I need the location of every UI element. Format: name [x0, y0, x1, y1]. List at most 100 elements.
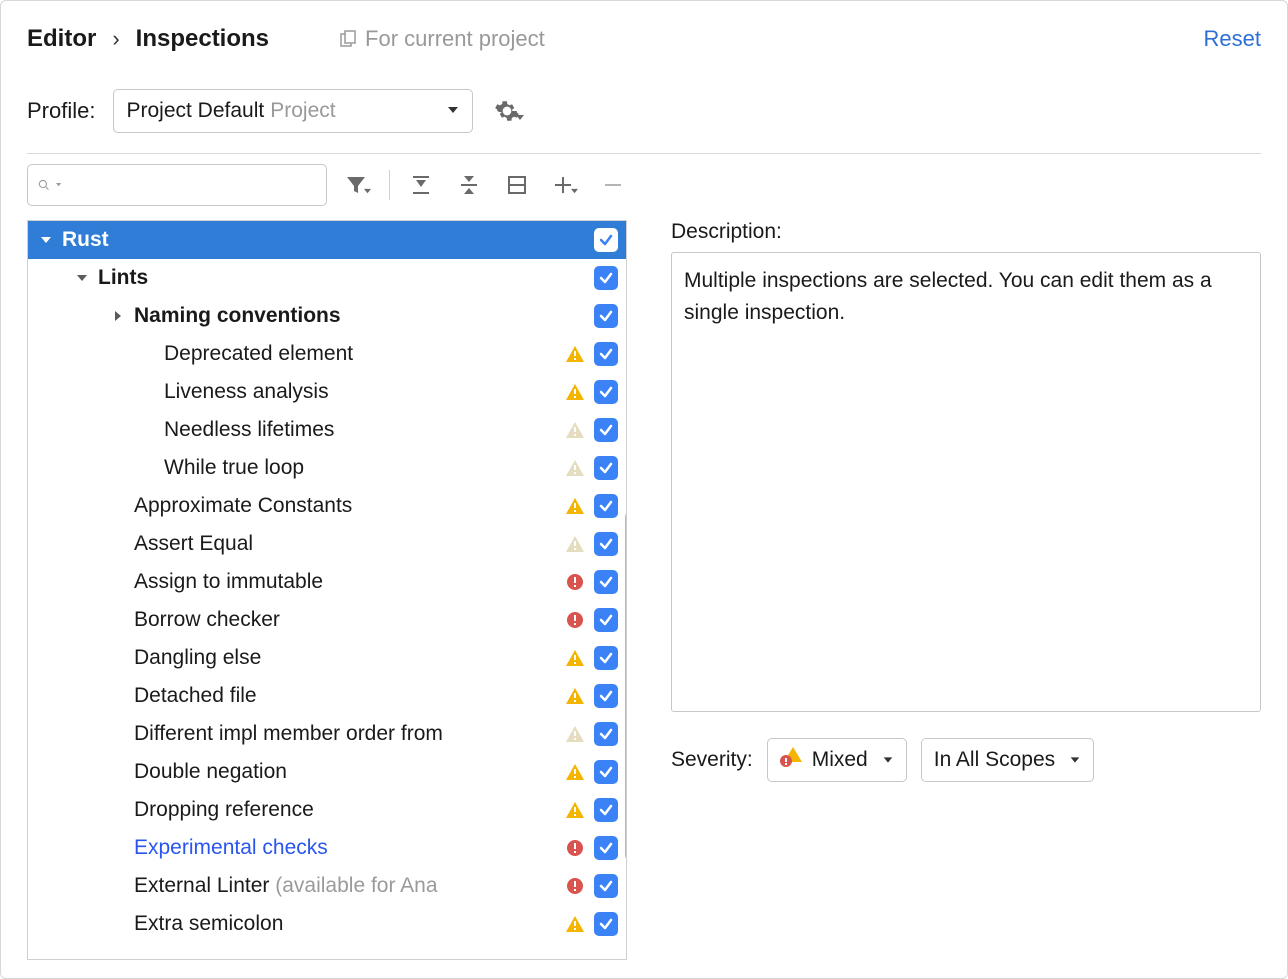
chevron-down-icon: [364, 188, 371, 195]
chevron-down-icon: [1069, 748, 1081, 772]
scope-value: In All Scopes: [934, 748, 1055, 772]
tree-row[interactable]: Extra semicolon: [28, 905, 626, 943]
chevron-down-icon[interactable]: [72, 271, 92, 285]
tree-row[interactable]: Experimental checks: [28, 829, 626, 867]
tree-row-naming[interactable]: Naming conventions: [28, 297, 626, 335]
tree-row[interactable]: Dangling else: [28, 639, 626, 677]
checkbox[interactable]: [594, 760, 618, 784]
severity-warn-icon: [564, 381, 586, 403]
profile-settings-button[interactable]: [491, 93, 527, 129]
tree-label: Approximate Constants: [134, 487, 352, 524]
filter-button[interactable]: [341, 168, 375, 202]
severity-error-icon: [564, 837, 586, 859]
add-button[interactable]: [548, 168, 582, 202]
breadcrumb-current: Inspections: [136, 25, 269, 53]
breadcrumb-root[interactable]: Editor: [27, 25, 96, 53]
tree-label: Rust: [62, 221, 109, 258]
severity-icon-placeholder: [564, 305, 586, 327]
checkbox[interactable]: [594, 494, 618, 518]
tree-row-lints[interactable]: Lints: [28, 259, 626, 297]
collapse-all-icon: [458, 174, 480, 196]
checkbox[interactable]: [594, 228, 618, 252]
tree-label: Liveness analysis: [164, 373, 329, 410]
tree-label: Dangling else: [134, 639, 261, 676]
reset-defaults-button[interactable]: [500, 168, 534, 202]
checkbox[interactable]: [594, 570, 618, 594]
chevron-right-icon[interactable]: [108, 309, 128, 323]
scrollbar[interactable]: [625, 511, 627, 861]
for-current-project-label: For current project: [339, 26, 545, 52]
checkbox[interactable]: [594, 266, 618, 290]
tree-label: Borrow checker: [134, 601, 280, 638]
tree-row[interactable]: Different impl member order from: [28, 715, 626, 753]
tree-row[interactable]: Double negation: [28, 753, 626, 791]
severity-select[interactable]: Mixed: [767, 738, 907, 782]
checkbox[interactable]: [594, 380, 618, 404]
tree-row[interactable]: Detached file: [28, 677, 626, 715]
checkbox[interactable]: [594, 912, 618, 936]
tree-label: Experimental checks: [134, 829, 328, 866]
expand-all-button[interactable]: [404, 168, 438, 202]
tree-label: Deprecated element: [164, 335, 353, 372]
checkbox[interactable]: [594, 418, 618, 442]
checkbox[interactable]: [594, 722, 618, 746]
checkbox[interactable]: [594, 342, 618, 366]
checkbox[interactable]: [594, 798, 618, 822]
scope-select[interactable]: In All Scopes: [921, 738, 1094, 782]
profile-label: Profile:: [27, 98, 95, 124]
tree-label: Assert Equal: [134, 525, 253, 562]
checkbox[interactable]: [594, 532, 618, 556]
search-input[interactable]: [67, 173, 316, 197]
checkbox[interactable]: [594, 646, 618, 670]
tree-label: Needless lifetimes: [164, 411, 334, 448]
checkbox[interactable]: [594, 608, 618, 632]
tree-row[interactable]: Dropping reference: [28, 791, 626, 829]
checkbox[interactable]: [594, 874, 618, 898]
copy-icon: [339, 30, 357, 48]
scrollbar-thumb[interactable]: [625, 511, 627, 861]
severity-error-icon: [564, 609, 586, 631]
tree-row[interactable]: While true loop: [28, 449, 626, 487]
severity-icon-placeholder: [564, 267, 586, 289]
remove-button[interactable]: [596, 168, 630, 202]
severity-value: Mixed: [812, 748, 868, 772]
chevron-down-icon: [516, 114, 524, 122]
profile-select[interactable]: Project Default Project: [113, 89, 473, 133]
tree-label: While true loop: [164, 449, 304, 486]
tree-row[interactable]: Assert Equal: [28, 525, 626, 563]
tree-row[interactable]: External Linter (available for Ana: [28, 867, 626, 905]
tree-row[interactable]: Approximate Constants: [28, 487, 626, 525]
tree-row[interactable]: Liveness analysis: [28, 373, 626, 411]
collapse-all-button[interactable]: [452, 168, 486, 202]
reset-icon: [506, 174, 528, 196]
minus-icon: [603, 175, 623, 195]
severity-warn-icon: [564, 343, 586, 365]
checkbox[interactable]: [594, 684, 618, 708]
mixed-severity-icon: [780, 746, 802, 774]
description-box: Multiple inspections are selected. You c…: [671, 252, 1261, 712]
tree-row-rust[interactable]: Rust: [28, 221, 626, 259]
tree-row[interactable]: Assign to immutable: [28, 563, 626, 601]
tree-label: External Linter (available for Ana: [134, 867, 438, 904]
tree-row[interactable]: Borrow checker: [28, 601, 626, 639]
tree-label: Assign to immutable: [134, 563, 323, 600]
checkbox[interactable]: [594, 836, 618, 860]
toolbar-separator: [389, 170, 390, 200]
tree-label: Dropping reference: [134, 791, 314, 828]
severity-label: Severity:: [671, 748, 753, 772]
severity-weak-icon: [564, 457, 586, 479]
chevron-down-icon: [56, 181, 61, 189]
search-input-wrapper[interactable]: [27, 164, 327, 206]
reset-link[interactable]: Reset: [1204, 26, 1261, 52]
tree-row[interactable]: Needless lifetimes: [28, 411, 626, 449]
inspections-tree[interactable]: RustLintsNaming conventionsDeprecated el…: [27, 220, 627, 960]
severity-warn-icon: [564, 685, 586, 707]
tree-label: Lints: [98, 259, 148, 296]
checkbox[interactable]: [594, 304, 618, 328]
tree-label: Double negation: [134, 753, 287, 790]
chevron-down-icon[interactable]: [36, 233, 56, 247]
divider: [27, 153, 1261, 154]
tree-row[interactable]: Deprecated element: [28, 335, 626, 373]
checkbox[interactable]: [594, 456, 618, 480]
severity-warn-icon: [564, 913, 586, 935]
